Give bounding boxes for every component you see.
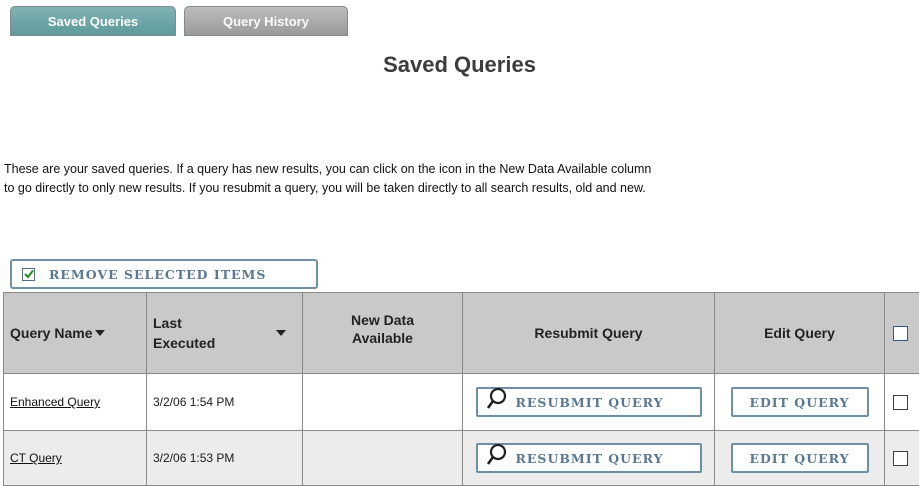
header-select-all <box>885 293 919 374</box>
resubmit-cell: RESUBMIT QUERY <box>463 431 715 486</box>
remove-selected-button[interactable]: REMOVE SELECTED ITEMS <box>10 259 318 289</box>
header-new-data-available: New Data Available <box>303 293 463 374</box>
header-last-executed[interactable]: Last Executed <box>147 293 303 374</box>
table-row: Enhanced Query 3/2/06 1:54 PM RESUBMIT Q… <box>4 374 919 431</box>
header-query-name-label: Query Name <box>10 325 92 341</box>
intro-text: These are your saved queries. If a query… <box>4 160 916 198</box>
sort-down-icon[interactable] <box>276 330 286 336</box>
row-checkbox[interactable] <box>893 451 908 466</box>
edit-query-button[interactable]: EDIT QUERY <box>731 443 869 473</box>
edit-cell: EDIT QUERY <box>715 431 885 486</box>
header-last-executed-line2: Executed <box>153 335 215 351</box>
last-executed-cell: 3/2/06 1:53 PM <box>147 431 303 486</box>
header-last-executed-line1: Last <box>153 315 182 331</box>
checkmark-icon <box>22 268 35 281</box>
saved-queries-table: Query Name Last Executed New Data Availa… <box>3 292 919 486</box>
intro-line-2: to go directly to only new results. If y… <box>4 179 916 198</box>
page-title: Saved Queries <box>0 52 919 78</box>
select-all-checkbox[interactable] <box>893 326 908 341</box>
remove-selected-label: REMOVE SELECTED ITEMS <box>49 267 266 282</box>
new-data-cell <box>303 374 463 431</box>
header-edit-query: Edit Query <box>715 293 885 374</box>
edit-query-label: EDIT QUERY <box>749 451 849 466</box>
magnifier-icon <box>486 443 508 465</box>
edit-query-button[interactable]: EDIT QUERY <box>731 387 869 417</box>
intro-line-1: These are your saved queries. If a query… <box>4 160 916 179</box>
header-new-data-line2: Available <box>352 330 413 346</box>
tab-bar: Saved Queries Query History <box>10 6 348 36</box>
resubmit-query-button[interactable]: RESUBMIT QUERY <box>476 443 702 473</box>
table-header-row: Query Name Last Executed New Data Availa… <box>4 293 919 374</box>
table-row: CT Query 3/2/06 1:53 PM RESUBMIT QUERY E… <box>4 431 919 486</box>
query-name-cell: CT Query <box>4 431 147 486</box>
edit-cell: EDIT QUERY <box>715 374 885 431</box>
last-executed-cell: 3/2/06 1:54 PM <box>147 374 303 431</box>
query-link[interactable]: Enhanced Query <box>10 395 100 409</box>
select-cell <box>885 374 919 431</box>
tab-saved-queries[interactable]: Saved Queries <box>10 6 176 36</box>
header-query-name[interactable]: Query Name <box>4 293 147 374</box>
magnifier-icon <box>486 387 508 409</box>
row-checkbox[interactable] <box>893 395 908 410</box>
sort-down-icon[interactable] <box>95 330 105 336</box>
resubmit-cell: RESUBMIT QUERY <box>463 374 715 431</box>
resubmit-query-button[interactable]: RESUBMIT QUERY <box>476 387 702 417</box>
resubmit-query-label: RESUBMIT QUERY <box>516 451 664 466</box>
edit-query-label: EDIT QUERY <box>749 395 849 410</box>
header-new-data-line1: New Data <box>351 312 414 328</box>
resubmit-query-label: RESUBMIT QUERY <box>516 395 664 410</box>
tab-query-history[interactable]: Query History <box>184 6 348 36</box>
query-name-cell: Enhanced Query <box>4 374 147 431</box>
header-resubmit-query: Resubmit Query <box>463 293 715 374</box>
query-link[interactable]: CT Query <box>10 451 62 465</box>
select-cell <box>885 431 919 486</box>
new-data-cell <box>303 431 463 486</box>
